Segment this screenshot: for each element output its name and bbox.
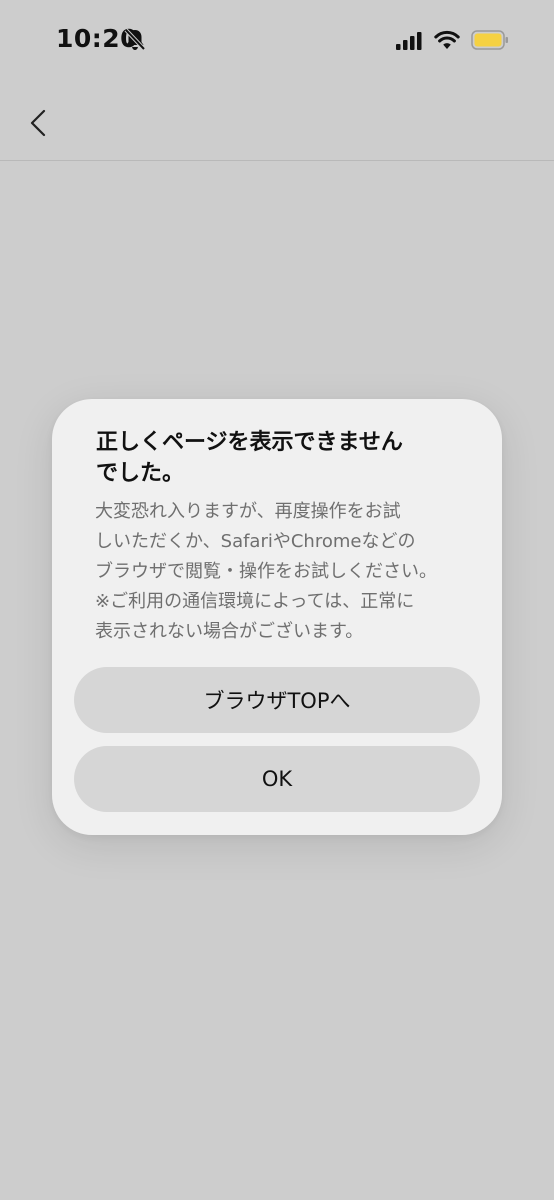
back-button[interactable] [22, 104, 56, 142]
battery-icon [471, 30, 508, 50]
dialog-message: 大変恐れ入りますが、再度操作をお試 しいただくか、SafariやChromeなど… [95, 497, 467, 647]
bell-slash-icon [124, 28, 146, 51]
chevron-left-icon [30, 109, 46, 137]
status-bar: 10:20 [0, 0, 554, 84]
dialog-message-line: ※ご利用の通信環境によっては、正常に [95, 591, 415, 612]
browser-top-button[interactable]: ブラウザTOPへ [74, 667, 480, 733]
wifi-icon [434, 30, 460, 49]
ok-button[interactable]: OK [74, 746, 480, 812]
dialog-message-line: しいただくか、SafariやChromeなどの [95, 531, 416, 552]
dialog-title: 正しくページを表示できません でした。 [96, 427, 436, 489]
cellular-signal-icon [396, 32, 422, 50]
error-dialog: 正しくページを表示できません でした。 大変恐れ入りますが、再度操作をお試 しい… [52, 399, 502, 835]
dialog-message-line: 大変恐れ入りますが、再度操作をお試 [95, 501, 401, 522]
dialog-message-line: 表示されない場合がございます。 [95, 621, 364, 642]
dialog-title-line: でした。 [96, 461, 185, 486]
navigation-header [0, 84, 554, 161]
dialog-message-line: ブラウザで閲覧・操作をお試しください。 [95, 561, 437, 582]
dialog-title-line: 正しくページを表示できません [96, 430, 403, 455]
